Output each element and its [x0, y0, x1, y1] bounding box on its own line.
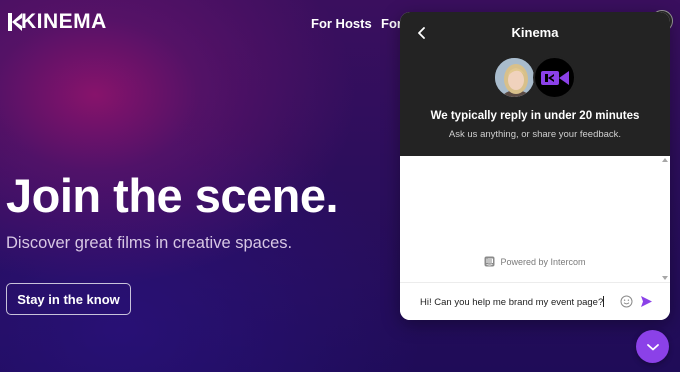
hero-title: Join the scene. — [6, 169, 339, 222]
message-input-value: Hi! Can you help me brand my event page? — [420, 297, 604, 308]
messenger-panel: Kinema We typically reply in under 20 mi… — [400, 12, 670, 320]
reply-time-text: We typically reply in under 20 minutes — [430, 110, 640, 122]
messenger-title: Kinema — [511, 25, 559, 40]
kinema-logo[interactable]: KINEMA — [8, 11, 136, 33]
scroll-down-arrow-icon[interactable] — [662, 276, 668, 280]
messenger-prompt: Ask us anything, or share your feedback. — [448, 129, 622, 140]
smile-icon[interactable] — [620, 295, 633, 308]
team-member-avatar — [493, 56, 536, 99]
message-composer[interactable]: Hi! Can you help me brand my event page? — [400, 282, 670, 320]
intercom-logo-icon — [484, 256, 495, 267]
video-camera-icon — [533, 56, 576, 99]
powered-by-label: Powered by Intercom — [500, 256, 586, 267]
scroll-up-arrow-icon[interactable] — [662, 158, 668, 162]
nav-for-filmmakers[interactable]: For F — [381, 16, 400, 31]
brand-name: KINEMA — [21, 10, 107, 33]
nav-for-hosts[interactable]: For Hosts — [311, 16, 372, 31]
stay-in-the-know-button[interactable]: Stay in the know — [6, 283, 131, 315]
messenger-launcher-button[interactable] — [636, 330, 669, 363]
hero-subtitle: Discover great films in creative spaces. — [6, 234, 293, 252]
kinema-logo-mark-icon — [8, 13, 22, 31]
send-icon[interactable] — [640, 295, 653, 308]
text-caret — [603, 296, 605, 307]
conversation-area: Powered by Intercom — [400, 156, 670, 282]
messenger-header: Kinema We typically reply in under 20 mi… — [400, 12, 670, 156]
message-input[interactable]: Hi! Can you help me brand my event page? — [420, 296, 605, 308]
chevron-down-icon — [646, 343, 659, 350]
powered-by-intercom[interactable]: Powered by Intercom — [400, 256, 670, 267]
